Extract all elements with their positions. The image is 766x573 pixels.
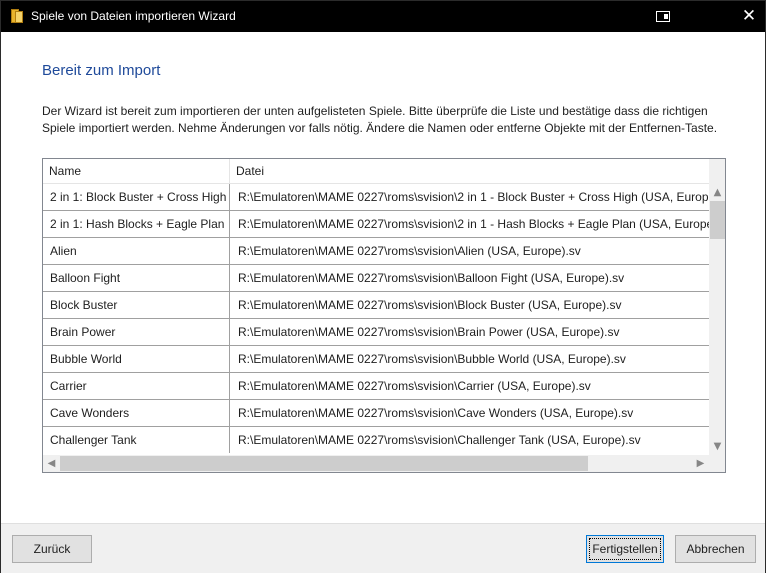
game-name-cell[interactable]: Carrier — [43, 373, 230, 399]
page-description: Der Wizard ist bereit zum importieren de… — [42, 104, 718, 135]
table-row[interactable]: 2 in 1: Hash Blocks + Eagle Plan R:\Emula… — [43, 211, 709, 238]
scroll-left-icon[interactable]: ◀ — [43, 455, 60, 472]
restore-window-icon — [656, 11, 670, 22]
table-row[interactable]: Balloon Fight R:\Emulatoren\MAME 0227\rom… — [43, 265, 709, 292]
button-bar: Zurück Fertigstellen Abbrechen — [1, 523, 765, 573]
column-header-name[interactable]: Name — [43, 159, 230, 184]
back-button[interactable]: Zurück — [12, 535, 92, 563]
file-path-cell: R:\Emulatoren\MAME 0227\roms\svision\Cha… — [238, 433, 641, 447]
scroll-down-icon[interactable]: ▼ — [709, 438, 725, 455]
file-path-cell: R:\Emulatoren\MAME 0227\roms\svision\Ali… — [238, 244, 581, 258]
file-path-cell: R:\Emulatoren\MAME 0227\roms\svision\2 i… — [238, 190, 709, 204]
file-path-cell: R:\Emulatoren\MAME 0227\roms\svision\Car… — [238, 379, 591, 393]
horizontal-scrollbar[interactable]: ◀ ▶ — [43, 455, 709, 472]
game-name-cell[interactable]: Balloon Fight — [43, 265, 230, 291]
horizontal-scroll-thumb[interactable] — [60, 456, 588, 471]
scroll-right-icon[interactable]: ▶ — [692, 455, 709, 472]
app-documents-icon — [11, 9, 23, 24]
list-body: 2 in 1: Block Buster + Cross High R:\Emul… — [43, 184, 709, 453]
vertical-scrollbar[interactable]: ▲ ▼ — [709, 159, 725, 455]
table-row[interactable]: Cave Wonders R:\Emulatoren\MAME 0227\roms… — [43, 400, 709, 427]
column-header-file[interactable]: Datei — [230, 159, 709, 184]
close-window-button[interactable]: ✕ — [729, 1, 766, 32]
wizard-window: Spiele von Dateien importieren Wizard ✕ … — [0, 0, 766, 573]
table-row[interactable]: 2 in 1: Block Buster + Cross High R:\Emul… — [43, 184, 709, 211]
file-path-cell: R:\Emulatoren\MAME 0227\roms\svision\Blo… — [238, 298, 622, 312]
page-title: Bereit zum Import — [42, 62, 161, 79]
table-row[interactable]: Brain Power R:\Emulatoren\MAME 0227\roms\… — [43, 319, 709, 346]
title-bar[interactable]: Spiele von Dateien importieren Wizard ✕ — [1, 1, 765, 32]
file-path-cell: R:\Emulatoren\MAME 0227\roms\svision\Bub… — [238, 352, 626, 366]
game-name-cell[interactable]: Block Buster — [43, 292, 230, 318]
window-title: Spiele von Dateien importieren Wizard — [31, 9, 236, 23]
restore-window-button[interactable] — [643, 1, 683, 32]
games-list[interactable]: Name Datei 2 in 1: Block Buster + Cross … — [42, 158, 726, 473]
scrollbar-corner — [709, 455, 725, 472]
game-name-cell[interactable]: 2 in 1: Block Buster + Cross High — [43, 184, 230, 210]
focus-rectangle — [589, 538, 661, 560]
close-icon: ✕ — [741, 6, 757, 26]
table-row[interactable]: Block Buster R:\Emulatoren\MAME 0227\roms… — [43, 292, 709, 319]
file-path-cell: R:\Emulatoren\MAME 0227\roms\svision\Cav… — [238, 406, 634, 420]
table-row[interactable]: Carrier R:\Emulatoren\MAME 0227\roms\svis… — [43, 373, 709, 400]
table-row[interactable]: Bubble World R:\Emulatoren\MAME 0227\roms… — [43, 346, 709, 373]
game-name-cell[interactable]: 2 in 1: Hash Blocks + Eagle Plan — [43, 211, 230, 237]
table-row[interactable]: Challenger Tank R:\Emulatoren\MAME 0227\r… — [43, 427, 709, 453]
game-name-cell[interactable]: Challenger Tank — [43, 427, 230, 453]
table-row[interactable]: Alien R:\Emulatoren\MAME 0227\roms\svisio… — [43, 238, 709, 265]
game-name-cell[interactable]: Cave Wonders — [43, 400, 230, 426]
game-name-cell[interactable]: Alien — [43, 238, 230, 264]
vertical-scroll-thumb[interactable] — [710, 201, 725, 239]
finish-button[interactable]: Fertigstellen — [586, 535, 664, 563]
cancel-button[interactable]: Abbrechen — [675, 535, 756, 563]
file-path-cell: R:\Emulatoren\MAME 0227\roms\svision\Bal… — [238, 271, 625, 285]
list-header: Name Datei — [43, 159, 709, 184]
game-name-cell[interactable]: Brain Power — [43, 319, 230, 345]
file-path-cell: R:\Emulatoren\MAME 0227\roms\svision\Bra… — [238, 325, 620, 339]
file-path-cell: R:\Emulatoren\MAME 0227\roms\svision\2 i… — [238, 217, 709, 231]
game-name-cell[interactable]: Bubble World — [43, 346, 230, 372]
scroll-up-icon[interactable]: ▲ — [709, 184, 725, 201]
